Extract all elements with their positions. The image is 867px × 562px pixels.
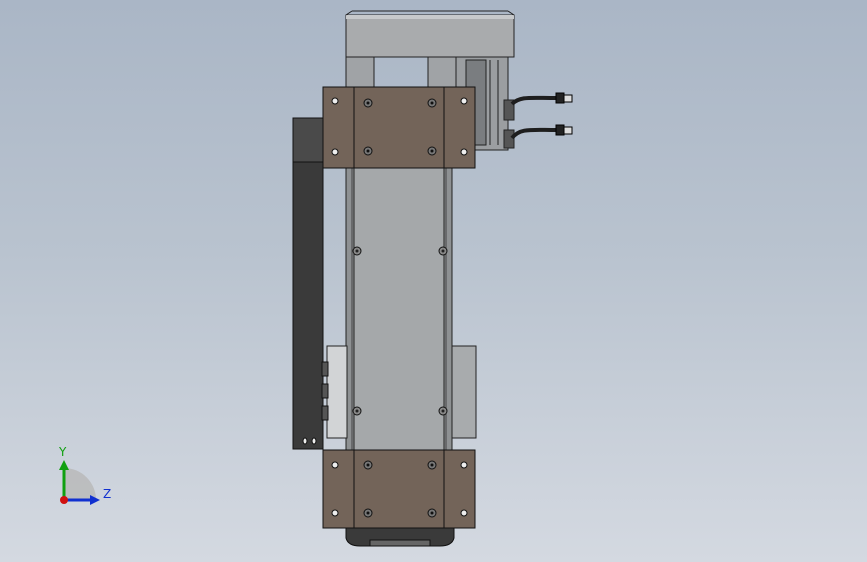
cable-1[interactable] xyxy=(510,92,573,106)
model-view[interactable]: Y Z xyxy=(0,0,867,562)
linear-rail[interactable] xyxy=(345,167,453,451)
top-carriage-plate[interactable] xyxy=(322,86,476,169)
bottom-carriage-plate[interactable] xyxy=(322,449,476,529)
cable-2[interactable] xyxy=(510,124,573,140)
belt-cover[interactable] xyxy=(292,117,324,450)
z-axis-label: Z xyxy=(103,487,111,501)
graphics-viewport[interactable]: Y Z xyxy=(0,0,867,562)
y-axis-label: Y xyxy=(58,445,67,459)
motor-housing[interactable] xyxy=(345,10,515,58)
end-cap[interactable] xyxy=(345,527,455,547)
x-axis-dot xyxy=(60,496,68,504)
sensor-right[interactable] xyxy=(451,345,477,439)
support-right[interactable] xyxy=(427,56,457,90)
support-left[interactable] xyxy=(345,56,375,90)
sensor-left[interactable] xyxy=(321,345,348,439)
orientation-triad: Y Z xyxy=(58,445,111,505)
